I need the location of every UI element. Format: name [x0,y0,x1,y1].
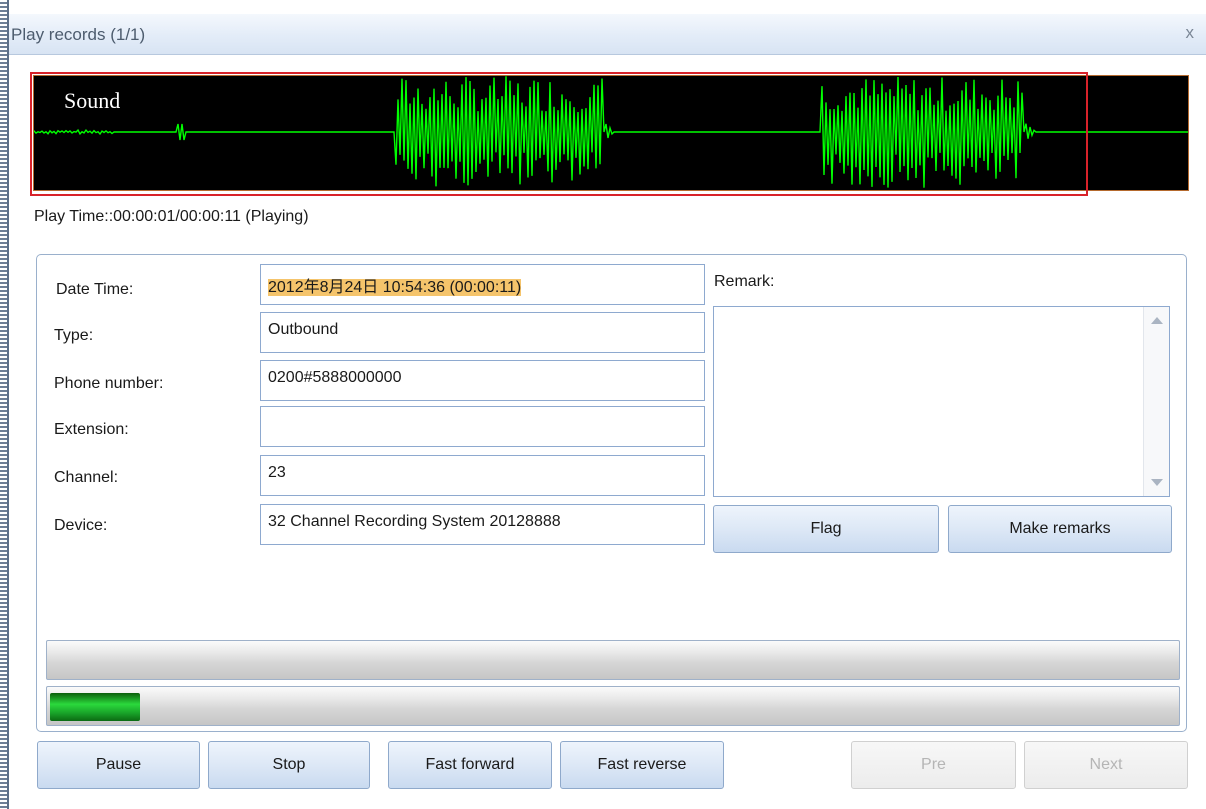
type-field[interactable]: Outbound [260,312,705,353]
volume-bar[interactable] [46,640,1180,680]
date-time-value: 2012年8月24日 10:54:36 (00:00:11) [268,279,522,296]
make-remarks-button[interactable]: Make remarks [948,505,1172,553]
type-label: Type: [54,327,94,344]
playback-progress-bar[interactable] [46,686,1180,726]
pre-button[interactable]: Pre [851,741,1016,789]
remark-label: Remark: [714,273,775,290]
scroll-down-arrow-icon[interactable] [1151,479,1163,486]
next-button[interactable]: Next [1024,741,1188,789]
fast-reverse-button[interactable]: Fast reverse [560,741,724,789]
phone-number-field[interactable]: 0200#5888000000 [260,360,705,401]
device-label: Device: [54,517,108,534]
date-time-field[interactable]: 2012年8月24日 10:54:36 (00:00:11) [260,264,705,305]
channel-field[interactable]: 23 [260,455,705,496]
window-edge-line [7,0,9,809]
phone-number-label: Phone number: [54,375,164,392]
fast-forward-button[interactable]: Fast forward [388,741,552,789]
window-edge [0,0,7,809]
channel-label: Channel: [54,469,119,486]
device-field[interactable]: 32 Channel Recording System 20128888 [260,504,705,545]
remark-textarea[interactable] [713,306,1170,497]
scroll-up-arrow-icon[interactable] [1151,317,1163,324]
remark-scrollbar[interactable] [1143,307,1169,496]
progress-bar-fill [50,693,140,721]
stop-button[interactable]: Stop [208,741,370,789]
close-icon[interactable]: x [1186,23,1195,43]
extension-field[interactable] [260,406,705,447]
flag-button[interactable]: Flag [713,505,939,553]
date-time-label: Date Time: [56,281,134,298]
extension-label: Extension: [54,421,129,438]
window-title: Play records (1/1) [11,25,146,44]
play-time-status: Play Time::00:00:01/00:00:11 (Playing) [34,208,309,225]
pause-button[interactable]: Pause [37,741,200,789]
waveform-selection-frame [30,72,1088,196]
title-bar[interactable]: Play records (1/1) x [9,14,1206,55]
